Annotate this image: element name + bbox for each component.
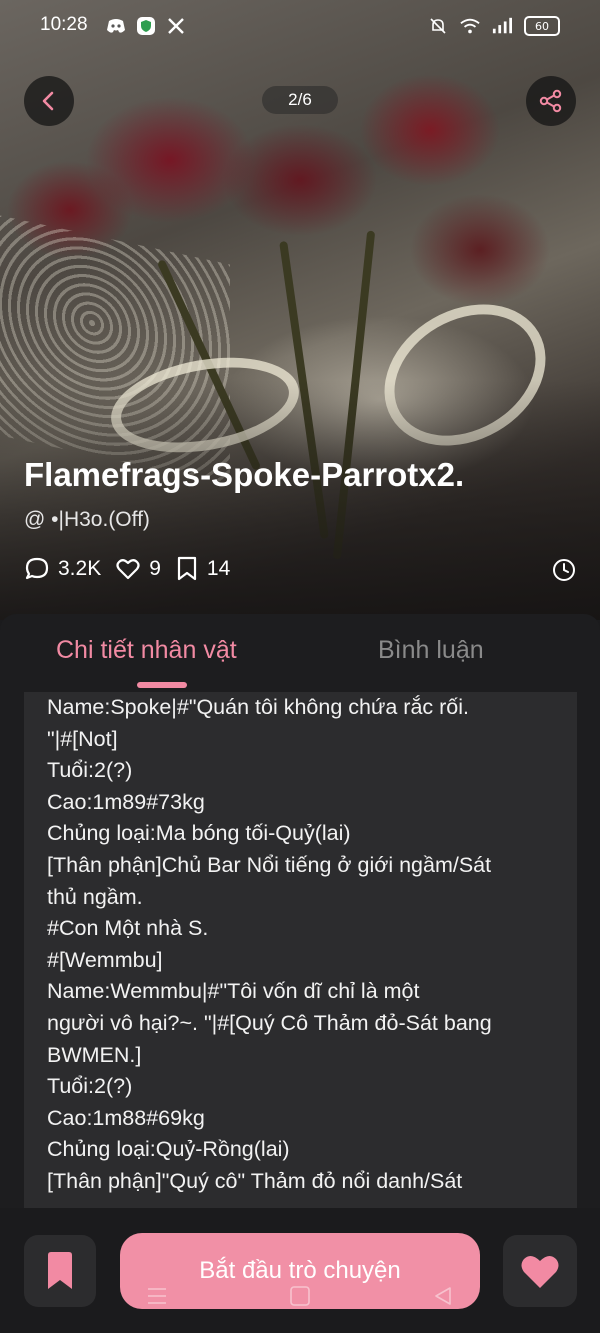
shield-app-icon: [136, 16, 156, 36]
description-line: người vô hại?~. "|#[Quý Cô Thảm đỏ-Sát b…: [47, 1010, 492, 1035]
notification-icons: [106, 16, 186, 36]
image-page-indicator: 2/6: [262, 86, 338, 114]
description-line: Tuổi:2(?): [47, 1074, 133, 1099]
tab-comments[interactable]: Bình luận: [378, 636, 484, 665]
back-button[interactable]: [24, 76, 74, 126]
home-icon[interactable]: [289, 1286, 311, 1306]
clock-icon[interactable]: [552, 558, 576, 586]
description-line: Cao:1m88#69kg: [47, 1105, 205, 1130]
status-bar: 10:28 60: [0, 0, 600, 54]
description-line: Chủng loại:Ma bóng tối-Quỷ(lai): [47, 821, 351, 846]
comment-stat[interactable]: 3.2K: [24, 556, 101, 582]
cover-gradient: [0, 380, 600, 620]
signal-icon: [492, 16, 512, 36]
description-line: thủ ngầm.: [47, 884, 143, 909]
like-stat[interactable]: 9: [115, 557, 161, 581]
author-name[interactable]: @ •|H3o.(Off): [24, 508, 150, 532]
status-time: 10:28: [40, 14, 88, 35]
description-line: Chủng loại:Quỷ-Rồng(lai): [47, 1137, 290, 1162]
description-line: Tuổi:2(?): [47, 758, 133, 783]
description-line: [Thân phận]Chủ Bar Nổi tiếng ở giới ngầm…: [47, 852, 492, 877]
description-line: Name:Spoke|#"Quán tôi không chứa rắc rối…: [47, 695, 470, 719]
character-description[interactable]: Name:Spoke|#"Quán tôi không chứa rắc rối…: [24, 692, 577, 1208]
description-line: #[Wemmbu]: [47, 947, 163, 972]
description-line: [Thân phận]"Quý cô" Thảm đỏ nổi danh/Sát: [47, 1168, 463, 1193]
system-navigation-bar: [0, 1280, 600, 1312]
back-nav-icon[interactable]: [432, 1286, 454, 1306]
bookmark-outline-icon: [177, 556, 196, 581]
share-icon: [539, 89, 562, 113]
system-icons: 60: [428, 16, 560, 36]
description-line: Name:Wemmbu|#"Tôi vốn dĩ chỉ là một: [47, 979, 420, 1004]
wifi-icon: [460, 16, 480, 36]
recent-apps-icon[interactable]: [146, 1286, 168, 1306]
description-line: #Con Một nhà S.: [47, 916, 209, 941]
like-count: 9: [149, 557, 161, 580]
stats-row: 3.2K 9 14: [24, 556, 244, 582]
active-tab-indicator: [137, 682, 187, 688]
share-button[interactable]: [526, 76, 576, 126]
description-line: "|#[Not]: [47, 726, 118, 751]
chevron-left-icon: [42, 91, 54, 111]
battery-icon: 60: [524, 16, 560, 36]
mute-icon: [428, 16, 448, 36]
description-line: BWMEN.]: [47, 1042, 142, 1067]
heart-outline-icon: [116, 559, 140, 580]
comment-icon: [25, 557, 49, 580]
bookmark-stat[interactable]: 14: [175, 556, 230, 582]
character-title: Flamefrags-Spoke-Parrotx2.: [24, 456, 465, 493]
discord-icon: [106, 16, 126, 36]
comment-count: 3.2K: [58, 557, 102, 580]
bookmark-count: 14: [206, 557, 231, 580]
description-line: Cao:1m89#73kg: [47, 789, 205, 814]
tab-character-details[interactable]: Chi tiết nhân vật: [56, 636, 237, 665]
x-icon: [166, 16, 186, 36]
